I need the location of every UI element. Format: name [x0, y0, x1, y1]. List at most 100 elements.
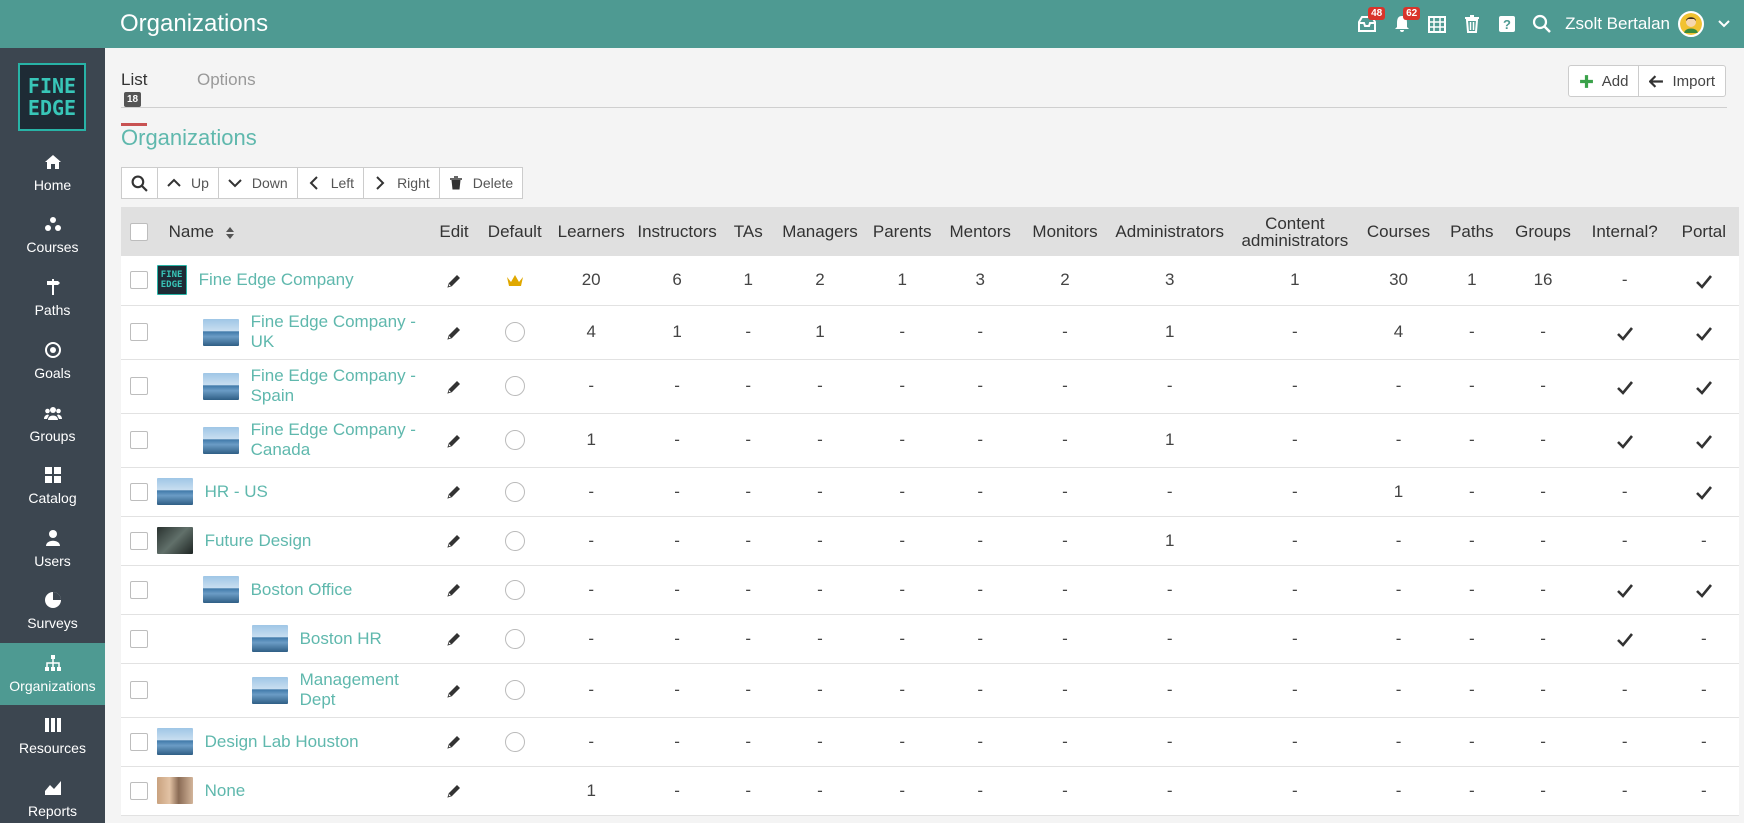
import-button[interactable]: Import	[1638, 66, 1725, 96]
sidebar-item-organizations[interactable]: Organizations	[0, 643, 105, 705]
table-row[interactable]: Future Design - - - - - - - 1 - - - - - -	[121, 516, 1739, 565]
set-default-radio[interactable]	[504, 322, 525, 342]
user-menu-toggle[interactable]	[1704, 17, 1744, 31]
trash-button[interactable]	[1454, 0, 1489, 48]
table-row[interactable]: Boston HR - - - - - - - - - - - - -	[121, 614, 1739, 663]
table-row[interactable]: Fine Edge Company - Canada 1 - - - - - - 1 - - - -	[121, 413, 1739, 467]
organization-name-link[interactable]: Fine Edge Company - Canada	[251, 420, 429, 460]
set-default-radio[interactable]	[504, 530, 525, 551]
organization-name-link[interactable]: HR - US	[205, 482, 268, 502]
sidebar-item-users[interactable]: Users	[0, 518, 105, 580]
sidebar-item-label: Groups	[29, 428, 76, 444]
row-checkbox[interactable]	[129, 732, 148, 751]
move-right-button[interactable]: Right	[363, 168, 439, 198]
table-row[interactable]: Fine Edge Company - Spain - - - - - - - - - - - -	[121, 359, 1739, 413]
row-checkbox[interactable]	[129, 781, 148, 800]
tab-options[interactable]: Options	[197, 70, 256, 90]
sidebar-item-groups[interactable]: Groups	[0, 393, 105, 455]
organization-name-link[interactable]: Fine Edge Company	[199, 270, 354, 290]
set-default-radio[interactable]	[504, 628, 525, 649]
col-administrators: Administrators	[1115, 222, 1225, 241]
edit-button[interactable]	[429, 717, 479, 766]
row-checkbox[interactable]	[129, 431, 148, 449]
delete-button[interactable]: Delete	[438, 168, 522, 198]
row-checkbox[interactable]	[129, 323, 148, 341]
cell-groups: -	[1540, 430, 1546, 449]
edit-button[interactable]	[429, 516, 479, 565]
organization-name-link[interactable]: Management Dept	[300, 670, 429, 710]
row-checkbox[interactable]	[129, 271, 148, 290]
table-row[interactable]: HR - US - - - - - - - - - 1 - - -	[121, 467, 1739, 516]
cell-mentors: -	[977, 430, 984, 449]
organization-name-link[interactable]: Design Lab Houston	[205, 732, 359, 752]
move-down-button[interactable]: Down	[217, 168, 297, 198]
table-row[interactable]: Design Lab Houston - - - - - - - - - - - - - -	[121, 717, 1739, 766]
edit-button[interactable]	[429, 359, 479, 413]
user-name[interactable]: Zsolt Bertalan	[1565, 14, 1670, 34]
add-button[interactable]: Add	[1569, 66, 1639, 96]
edit-button[interactable]	[429, 565, 479, 614]
search-button[interactable]	[1524, 0, 1559, 48]
table-row[interactable]: FINE EDGE Fine Edge Company 20 6 1 2 1 3 2 3 1 30 1 16…	[121, 256, 1739, 305]
select-all-checkbox[interactable]	[129, 222, 148, 241]
organization-name-link[interactable]: None	[205, 781, 246, 801]
move-up-button[interactable]: Up	[157, 168, 218, 198]
sidebar-item-reports[interactable]: Reports	[0, 768, 105, 823]
edit-button[interactable]	[429, 663, 479, 717]
set-default-radio[interactable]	[504, 376, 525, 396]
edit-button[interactable]	[429, 614, 479, 663]
edit-button[interactable]	[429, 305, 479, 359]
default-indicator	[479, 256, 550, 305]
edit-button[interactable]	[429, 256, 479, 305]
notifications-button[interactable]: 62	[1384, 0, 1421, 48]
row-select-cell	[121, 565, 157, 614]
sidebar-item-home[interactable]: Home	[0, 142, 105, 204]
messages-button[interactable]: 48	[1349, 0, 1386, 48]
set-default-radio[interactable]	[504, 680, 525, 700]
organization-name-link[interactable]: Fine Edge Company - UK	[251, 312, 429, 352]
set-default-radio[interactable]	[504, 481, 525, 502]
organization-name-link[interactable]: Boston Office	[251, 580, 353, 600]
sidebar-item-catalog[interactable]: Catalog	[0, 455, 105, 517]
set-default-radio[interactable]	[504, 731, 525, 752]
row-checkbox[interactable]	[129, 681, 148, 699]
cell-internal: -	[1621, 530, 1628, 550]
fine-edge-logo[interactable]: FINE EDGE	[18, 63, 86, 131]
row-checkbox[interactable]	[129, 531, 148, 550]
cell-monitors: -	[1062, 322, 1068, 341]
user-avatar[interactable]	[1678, 11, 1704, 37]
set-default-radio[interactable]	[504, 579, 525, 600]
help-button[interactable]: ?	[1489, 0, 1524, 48]
organization-name-link[interactable]: Fine Edge Company - Spain	[251, 366, 429, 406]
pencil-icon	[447, 434, 460, 448]
cell-tas: -	[745, 780, 752, 800]
table-row[interactable]: None 1 - - - - - - - - - - - - -	[121, 766, 1739, 815]
edit-button[interactable]	[429, 413, 479, 467]
tab-list[interactable]: List 18	[121, 70, 148, 126]
table-row[interactable]: Boston Office - - - - - - - - - - - -	[121, 565, 1739, 614]
search-icon	[1532, 14, 1551, 33]
edit-button[interactable]	[429, 467, 479, 516]
table-row[interactable]: Fine Edge Company - UK 4 1 - 1 - - - 1 - 4 - -	[121, 305, 1739, 359]
row-checkbox[interactable]	[129, 377, 148, 395]
sidebar-item-courses[interactable]: Courses	[0, 204, 105, 266]
calendar-button[interactable]	[1419, 0, 1454, 48]
default-cell	[479, 663, 550, 717]
row-checkbox[interactable]	[129, 482, 148, 501]
sidebar-item-goals[interactable]: Goals	[0, 330, 105, 392]
col-name[interactable]: Name	[157, 207, 429, 256]
table-row[interactable]: Management Dept - - - - - - - - - - - - - -	[121, 663, 1739, 717]
move-left-button[interactable]: Left	[296, 168, 363, 198]
sidebar-item-resources[interactable]: Resources	[0, 705, 105, 767]
organization-name-link[interactable]: Boston HR	[300, 629, 382, 649]
cell-portal: -	[1701, 780, 1707, 800]
set-default-radio[interactable]	[504, 430, 525, 450]
table-search-button[interactable]	[122, 168, 157, 198]
row-checkbox[interactable]	[129, 580, 148, 599]
sidebar-item-surveys[interactable]: Surveys	[0, 580, 105, 642]
sidebar-item-paths[interactable]: Paths	[0, 267, 105, 329]
edit-button[interactable]	[429, 766, 479, 815]
row-checkbox[interactable]	[129, 629, 148, 648]
chevron-down-icon	[228, 179, 242, 188]
organization-name-link[interactable]: Future Design	[205, 531, 312, 551]
